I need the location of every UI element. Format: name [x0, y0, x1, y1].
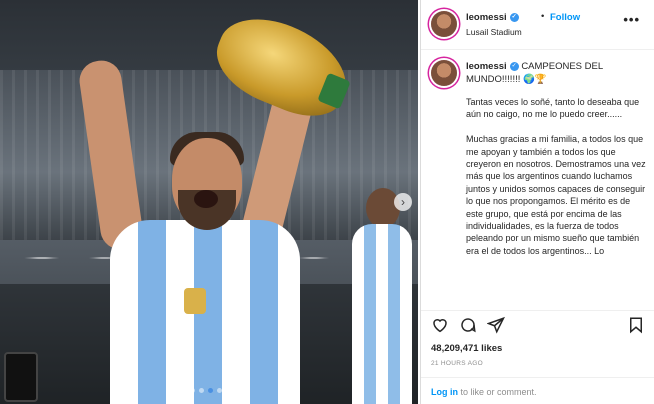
follow-button[interactable]: Follow	[550, 12, 580, 23]
caption-username[interactable]: leomessi	[466, 61, 507, 72]
login-link[interactable]: Log in	[431, 387, 458, 397]
more-options-icon[interactable]: •••	[623, 12, 640, 27]
post-photo[interactable]: ›	[0, 0, 418, 404]
username[interactable]: leomessi ✓	[466, 12, 519, 23]
caption-paragraph: Muchas gracias a mi familia, a todos los…	[466, 134, 646, 256]
caption-body: Tantas veces lo soñé, tanto lo deseaba q…	[466, 96, 646, 270]
share-icon[interactable]	[487, 316, 505, 334]
action-bar	[421, 310, 654, 338]
heart-icon[interactable]	[431, 316, 449, 334]
post-header: leomessi ✓ • Follow Lusail Stadium •••	[421, 0, 654, 50]
chevron-right-icon[interactable]: ›	[394, 193, 412, 211]
login-suffix: to like or comment.	[458, 387, 537, 397]
separator-dot: •	[541, 11, 545, 22]
carousel-dots	[172, 388, 240, 393]
bookmark-icon[interactable]	[627, 316, 645, 334]
verified-badge-icon: ✓	[509, 61, 519, 71]
phone-in-crowd	[4, 352, 38, 402]
likes-count[interactable]: 48,209,471 likes	[431, 343, 502, 354]
login-prompt: Log in to like or comment.	[421, 377, 654, 404]
caption-avatar[interactable]	[431, 60, 457, 86]
post-sidebar: leomessi ✓ • Follow Lusail Stadium ••• le…	[420, 0, 654, 404]
comment-icon[interactable]	[459, 316, 477, 334]
player-holding-trophy	[76, 3, 361, 404]
location-link[interactable]: Lusail Stadium	[466, 27, 522, 37]
avatar[interactable]	[431, 11, 457, 37]
teammate-figure	[352, 188, 412, 404]
timestamp[interactable]: 21 HOURS AGO	[431, 360, 483, 367]
caption-paragraph: Tantas veces lo soñé, tanto lo deseaba q…	[466, 97, 640, 120]
verified-badge-icon: ✓	[509, 12, 519, 22]
caption-title: leomessi ✓ CAMPEONES DEL MUNDO!!!!!!! 🌍🏆	[466, 60, 644, 86]
